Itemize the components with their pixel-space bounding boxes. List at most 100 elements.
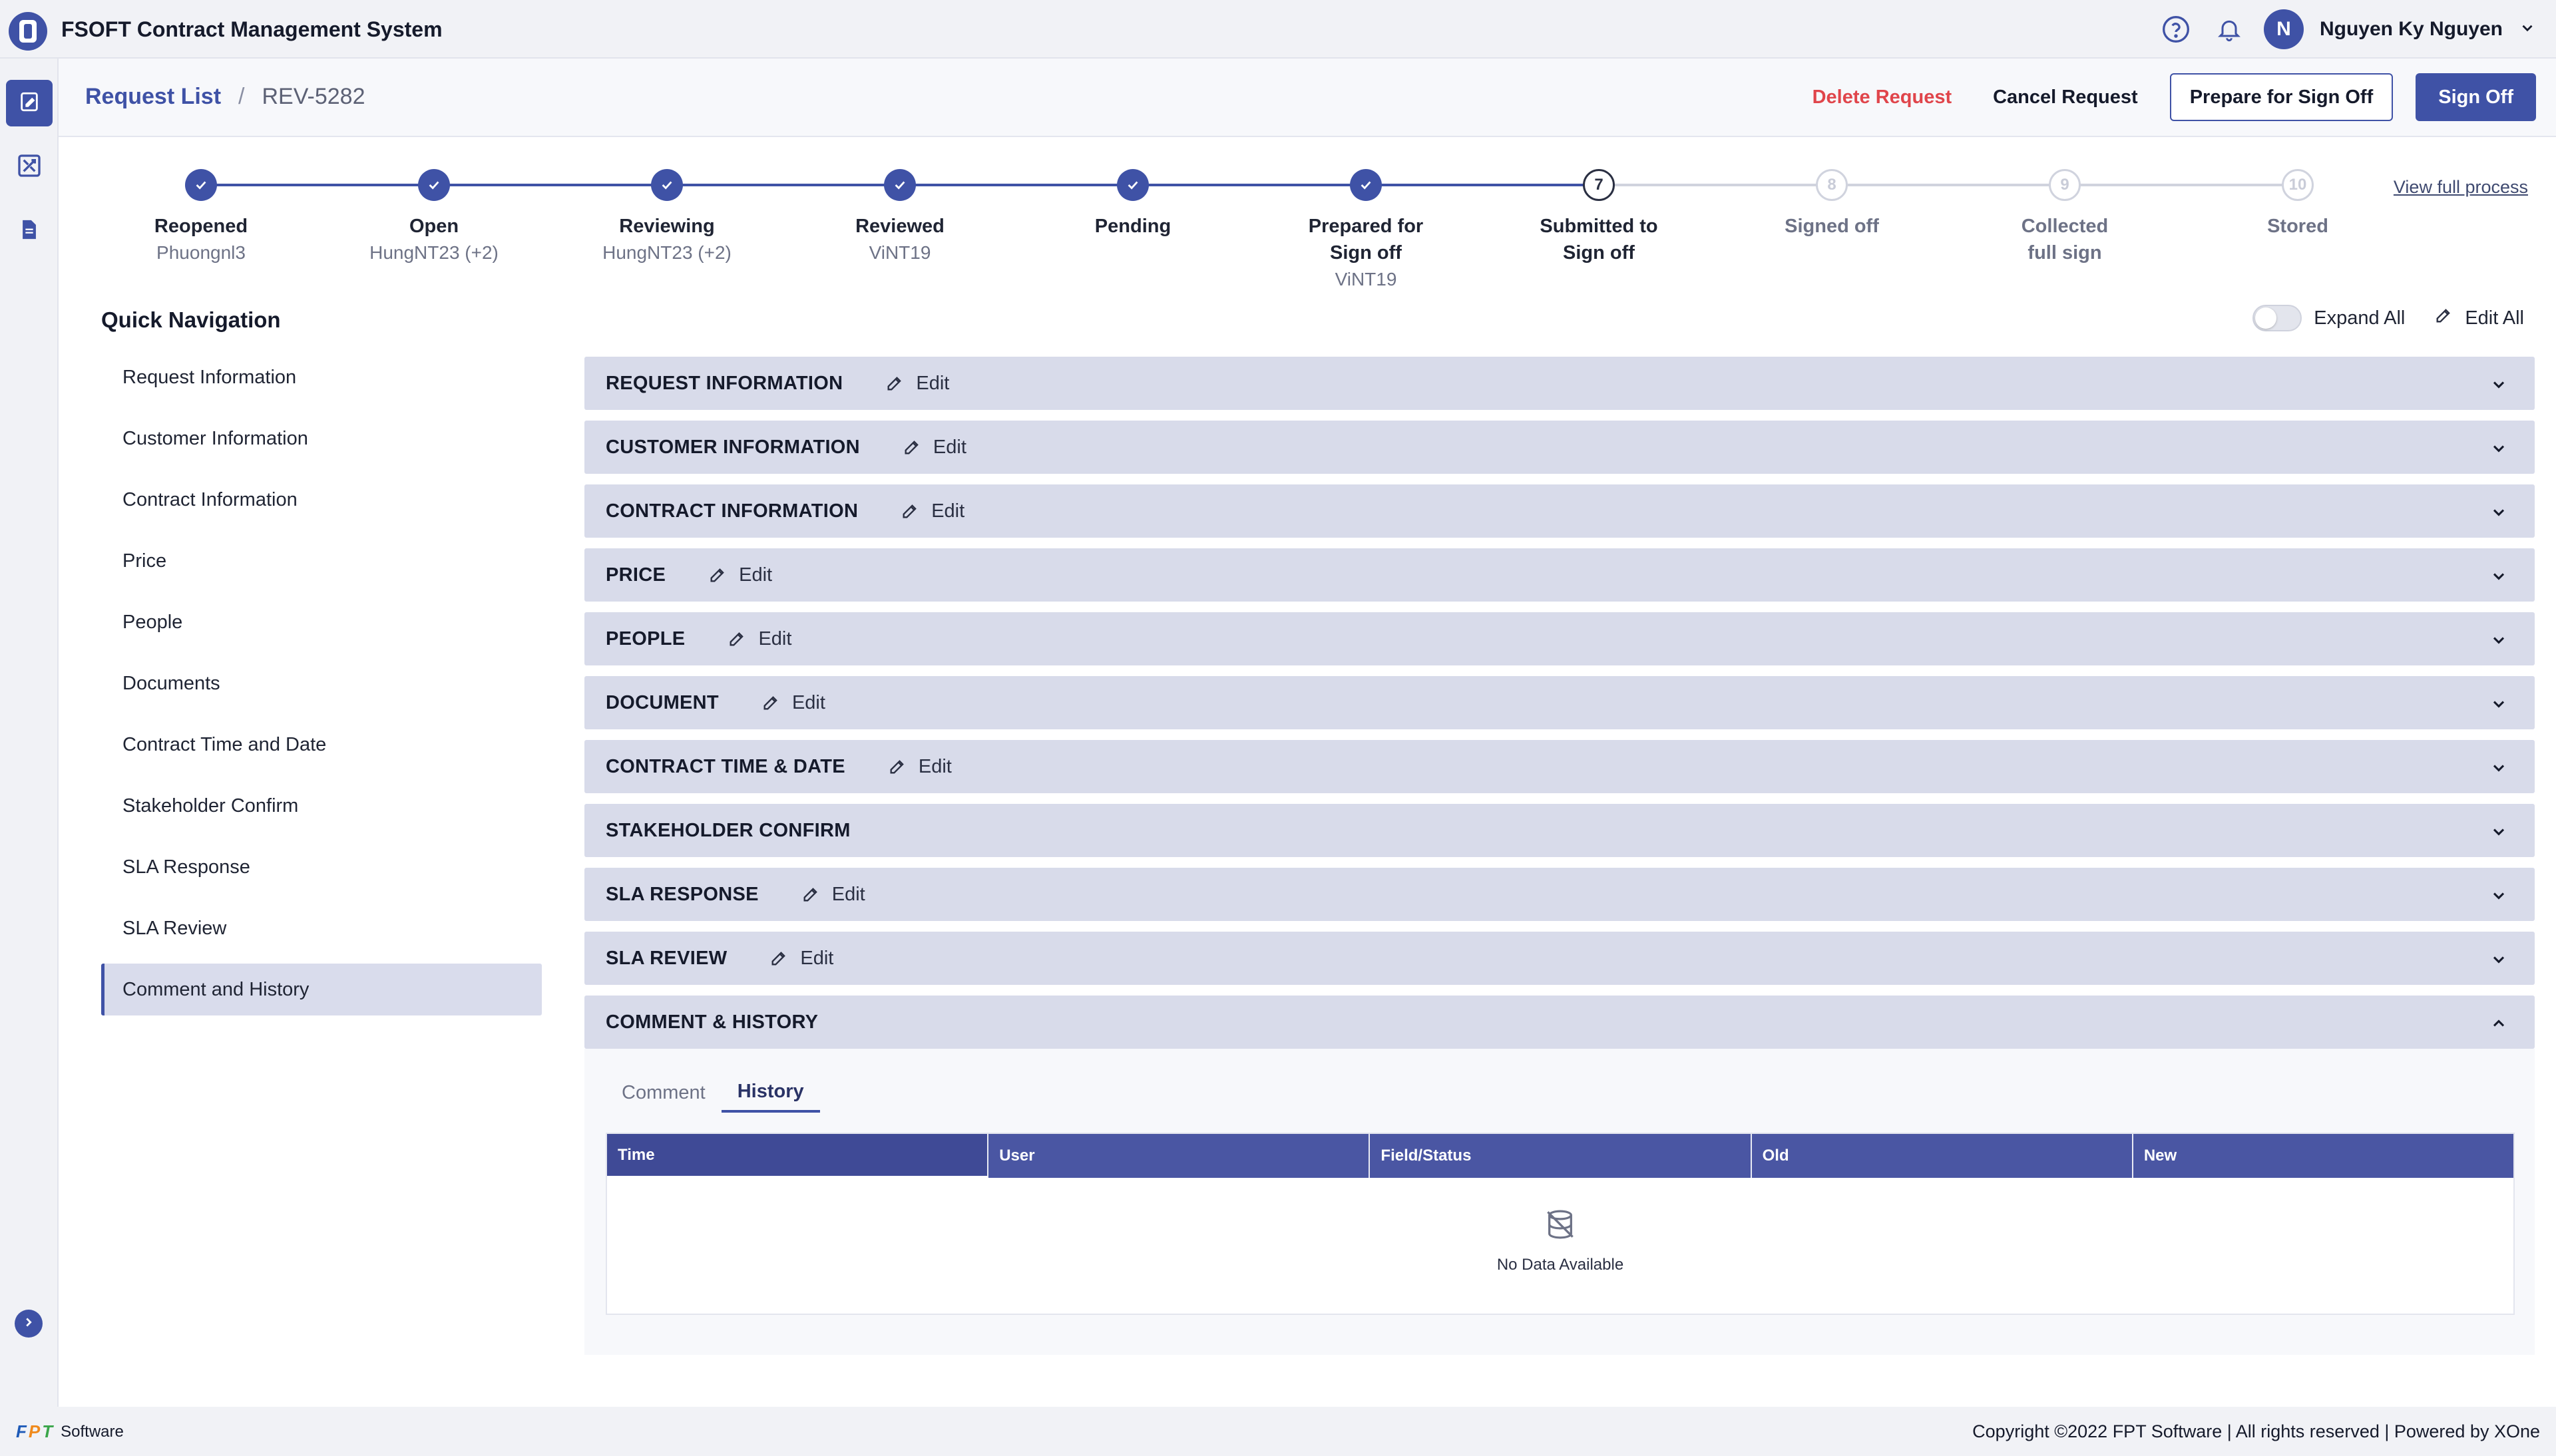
step-number: 9: [2049, 169, 2081, 201]
step-title: Reopened: [154, 216, 248, 237]
chevron-down-icon[interactable]: [2489, 822, 2508, 844]
step-label: Open HungNT23 (+2): [334, 213, 534, 266]
expand-all-control[interactable]: Expand All: [2252, 305, 2405, 331]
chevron-down-icon[interactable]: [2489, 375, 2508, 397]
step-title: Reviewed: [855, 216, 945, 237]
fpt-letter-t: T: [42, 1421, 53, 1441]
chevron-down-icon[interactable]: [2489, 886, 2508, 908]
quick-nav-item-stakeholder-confirm[interactable]: Stakeholder Confirm: [101, 780, 542, 832]
chevron-down-icon[interactable]: [2489, 503, 2508, 525]
quick-nav-item-sla-response[interactable]: SLA Response: [101, 841, 542, 893]
quick-nav-item-customer-information[interactable]: Customer Information: [101, 413, 542, 464]
section-edit-label: Edit: [739, 564, 773, 586]
section-edit-button[interactable]: Edit: [901, 500, 964, 522]
column-header-old[interactable]: Old: [1752, 1134, 2133, 1178]
quick-nav-item-request-information[interactable]: Request Information: [101, 351, 542, 403]
section-contract-time-date[interactable]: CONTRACT TIME & DATE Edit: [584, 740, 2535, 793]
section-edit-button[interactable]: Edit: [903, 437, 966, 458]
check-icon: [651, 169, 683, 201]
pencil-icon: [901, 502, 931, 520]
help-icon[interactable]: [2157, 11, 2195, 48]
section-request-information[interactable]: REQUEST INFORMATION Edit: [584, 357, 2535, 410]
section-comment-history[interactable]: COMMENT & HISTORY: [584, 996, 2535, 1049]
tab-comment[interactable]: Comment: [606, 1073, 722, 1113]
section-edit-label: Edit: [800, 947, 834, 969]
page-subheader: Request List / REV-5282 Delete Request C…: [59, 59, 2556, 137]
check-icon: [418, 169, 450, 201]
chevron-down-icon[interactable]: [2489, 631, 2508, 653]
notification-bell-icon[interactable]: [2211, 11, 2248, 48]
quick-nav-item-people[interactable]: People: [101, 596, 542, 648]
quick-nav-item-comment-and-history[interactable]: Comment and History: [101, 964, 542, 1015]
chevron-down-icon[interactable]: [2489, 439, 2508, 461]
section-sla-response[interactable]: SLA RESPONSE Edit: [584, 868, 2535, 921]
quick-navigation-list: Request Information Customer Information C…: [101, 351, 542, 1025]
quick-nav-item-documents[interactable]: Documents: [101, 657, 542, 709]
section-edit-label: Edit: [933, 436, 966, 458]
breadcrumb-request-list-link[interactable]: Request List: [85, 84, 221, 110]
section-contract-information[interactable]: CONTRACT INFORMATION Edit: [584, 484, 2535, 538]
chevron-down-icon[interactable]: [2519, 19, 2536, 40]
section-stakeholder-confirm[interactable]: STAKEHOLDER CONFIRM: [584, 804, 2535, 857]
expand-sidebar-button[interactable]: [15, 1310, 43, 1338]
step-number: 7: [1583, 169, 1615, 201]
chevron-right-icon: [21, 1315, 36, 1333]
section-edit-button[interactable]: Edit: [801, 884, 865, 906]
section-title: CONTRACT TIME & DATE: [606, 755, 845, 777]
column-header-time[interactable]: Time: [607, 1134, 989, 1178]
sign-off-button[interactable]: Sign Off: [2416, 73, 2536, 121]
section-title: STAKEHOLDER CONFIRM: [606, 819, 851, 841]
pencil-icon: [728, 630, 758, 648]
comment-history-panel: Comment History Time User Field/Status Old New…: [584, 1049, 2535, 1355]
sections-toolbar: Expand All Edit All: [2252, 305, 2524, 331]
section-edit-button[interactable]: Edit: [761, 692, 825, 714]
quick-nav-item-contract-time-and-date[interactable]: Contract Time and Date: [101, 719, 542, 771]
section-edit-button[interactable]: Edit: [885, 373, 949, 395]
cancel-request-button[interactable]: Cancel Request: [1984, 87, 2147, 108]
section-people[interactable]: PEOPLE Edit: [584, 612, 2535, 665]
delete-request-button[interactable]: Delete Request: [1803, 87, 1962, 108]
section-edit-label: Edit: [931, 500, 965, 522]
view-full-process-link[interactable]: View full process: [2394, 177, 2528, 198]
section-edit-button[interactable]: Edit: [728, 628, 791, 650]
top-bar: FSOFT Contract Management System N Nguye…: [0, 0, 2556, 59]
quick-nav-item-sla-review[interactable]: SLA Review: [101, 902, 542, 954]
column-header-field-status[interactable]: Field/Status: [1370, 1134, 1752, 1178]
app-title: FSOFT Contract Management System: [61, 17, 443, 41]
edit-all-button[interactable]: Edit All: [2434, 306, 2524, 330]
step-label: Stored: [2198, 213, 2398, 240]
section-edit-label: Edit: [791, 691, 825, 713]
chevron-up-icon[interactable]: [2489, 1014, 2508, 1036]
chevron-down-icon[interactable]: [2489, 567, 2508, 589]
chevron-down-icon[interactable]: [2489, 695, 2508, 717]
breadcrumb: Request List / REV-5282: [85, 84, 365, 110]
tab-history[interactable]: History: [721, 1073, 820, 1113]
user-avatar[interactable]: N: [2263, 9, 2304, 49]
rail-contract-edit-button[interactable]: [6, 80, 53, 126]
app-logo[interactable]: [9, 12, 47, 51]
quick-nav-item-price[interactable]: Price: [101, 535, 542, 587]
pencil-icon: [888, 757, 919, 776]
section-customer-information[interactable]: CUSTOMER INFORMATION Edit: [584, 421, 2535, 474]
user-name[interactable]: Nguyen Ky Nguyen: [2320, 18, 2503, 41]
quick-nav-item-contract-information[interactable]: Contract Information: [101, 474, 542, 526]
step-title: Submitted to Sign off: [1540, 216, 1658, 264]
step-number: 10: [2282, 169, 2314, 201]
section-document[interactable]: DOCUMENT Edit: [584, 676, 2535, 729]
column-header-new[interactable]: New: [2133, 1134, 2513, 1178]
comment-history-tabs: Comment History: [606, 1073, 820, 1113]
expand-all-label: Expand All: [2314, 307, 2406, 329]
section-price[interactable]: PRICE Edit: [584, 548, 2535, 602]
section-edit-button[interactable]: Edit: [769, 948, 833, 970]
column-header-user[interactable]: User: [988, 1134, 1371, 1178]
prepare-sign-off-button[interactable]: Prepare for Sign Off: [2169, 73, 2394, 121]
section-edit-button[interactable]: Edit: [888, 756, 952, 778]
chevron-down-icon[interactable]: [2489, 950, 2508, 972]
section-sla-review[interactable]: SLA REVIEW Edit: [584, 932, 2535, 985]
section-edit-button[interactable]: Edit: [708, 564, 772, 586]
step-label: Reviewed ViNT19: [800, 213, 1000, 266]
section-title: PRICE: [606, 564, 666, 586]
chevron-down-icon[interactable]: [2489, 759, 2508, 781]
expand-all-toggle[interactable]: [2252, 305, 2302, 331]
step-title: Collected full sign: [2021, 216, 2109, 264]
